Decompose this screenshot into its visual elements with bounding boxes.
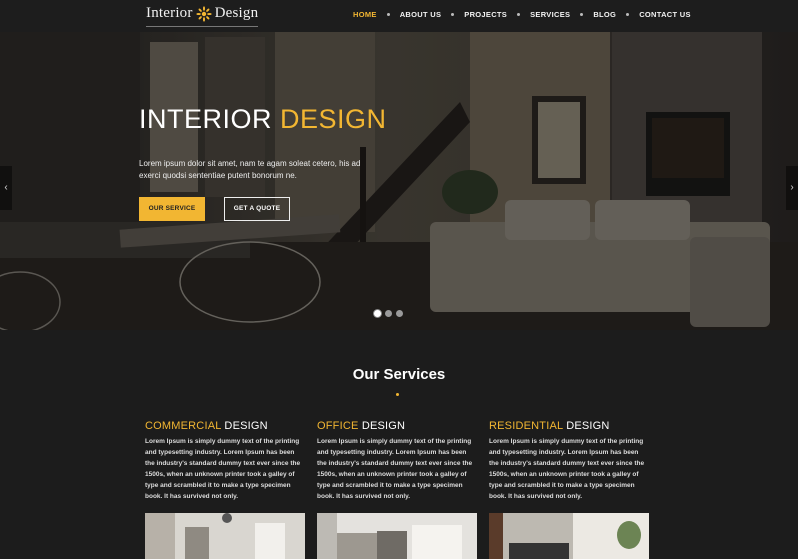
logo-word-design: Design: [214, 5, 259, 21]
slider-dot[interactable]: [396, 310, 403, 317]
chevron-right-icon: ›: [790, 182, 794, 193]
nav-item-projects[interactable]: PROJECTS: [464, 10, 507, 19]
site-logo[interactable]: Interior Design: [146, 3, 259, 27]
service-title-rest: DESIGN: [566, 420, 610, 432]
service-description: Lorem Ipsum is simply dummy text of the …: [489, 438, 645, 500]
hero-title: INTERIOR DESIGN: [139, 104, 387, 135]
nav-item-services[interactable]: SERVICES: [530, 10, 570, 19]
service-card-residential: RESIDENTIAL DESIGN Lorem Ipsum is simply…: [489, 420, 649, 502]
service-title: RESIDENTIAL DESIGN: [489, 420, 649, 432]
service-title: COMMERCIAL DESIGN: [145, 420, 305, 432]
sun-flower-icon: [195, 5, 212, 22]
hero-description: Lorem ipsum dolor sit amet, nam te agam …: [139, 159, 361, 180]
service-image-residential[interactable]: [489, 513, 649, 559]
service-image-commercial[interactable]: [145, 513, 305, 559]
hero-slider: INTERIOR DESIGN Lorem ipsum dolor sit am…: [0, 32, 798, 330]
slider-dot-active[interactable]: [374, 310, 381, 317]
service-card-office: OFFICE DESIGN Lorem Ipsum is simply dumm…: [317, 420, 477, 502]
nav-separator: [386, 13, 390, 16]
hero-title-accent: DESIGN: [280, 104, 387, 134]
nav-separator: [580, 13, 584, 16]
nav-separator: [517, 13, 521, 16]
service-title: OFFICE DESIGN: [317, 420, 477, 432]
slider-next-button[interactable]: ›: [786, 166, 798, 210]
get-a-quote-button[interactable]: GET A QUOTE: [224, 197, 290, 221]
service-description: Lorem Ipsum is simply dummy text of the …: [317, 438, 473, 500]
nav-separator: [451, 13, 455, 16]
logo-word-interior: Interior: [146, 5, 193, 21]
service-title-accent: RESIDENTIAL: [489, 420, 563, 432]
service-image-office[interactable]: [317, 513, 477, 559]
nav-item-blog[interactable]: BLOG: [593, 10, 616, 19]
main-nav: HOME ABOUT US PROJECTS SERVICES BLOG CON…: [353, 10, 691, 19]
service-title-rest: DESIGN: [224, 420, 268, 432]
service-description: Lorem Ipsum is simply dummy text of the …: [145, 438, 301, 500]
slider-pagination: [374, 310, 403, 317]
services-heading: Our Services: [352, 366, 446, 383]
nav-item-about-us[interactable]: ABOUT US: [400, 10, 442, 19]
top-navbar: Interior Design HOME ABOUT US PROJECTS S…: [0, 0, 798, 32]
hero-title-main: INTERIOR: [139, 104, 273, 134]
service-title-accent: COMMERCIAL: [145, 420, 222, 432]
nav-item-home[interactable]: HOME: [353, 10, 377, 19]
slider-prev-button[interactable]: ‹: [0, 166, 12, 210]
hero-overlay: [0, 32, 798, 330]
slider-dot[interactable]: [385, 310, 392, 317]
our-service-button[interactable]: OUR SERVICE: [139, 197, 205, 221]
nav-separator: [626, 13, 630, 16]
nav-item-contact-us[interactable]: CONTACT US: [639, 10, 691, 19]
chevron-left-icon: ‹: [4, 182, 8, 193]
heading-divider: [396, 393, 399, 396]
service-card-commercial: COMMERCIAL DESIGN Lorem Ipsum is simply …: [145, 420, 305, 502]
service-title-accent: OFFICE: [317, 420, 359, 432]
service-title-rest: DESIGN: [361, 420, 406, 432]
